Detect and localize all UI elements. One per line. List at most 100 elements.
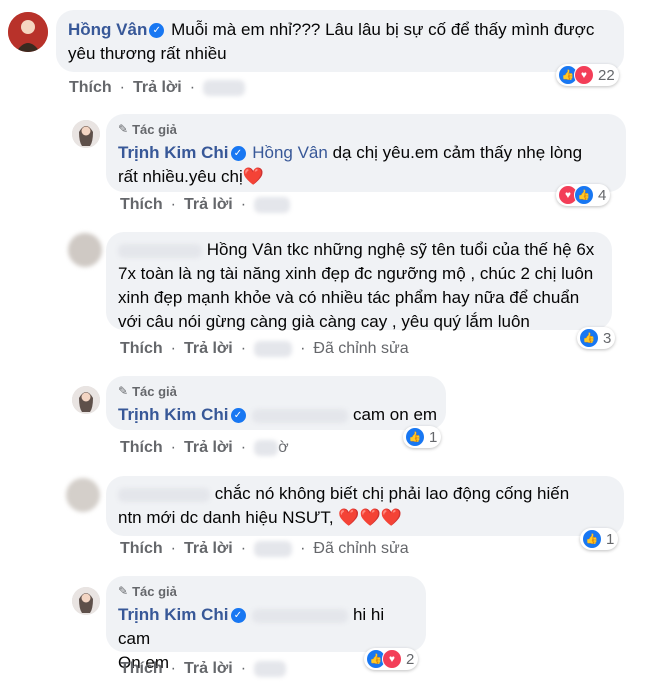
reaction-summary[interactable]: ♥ 👍 4 [556,184,611,206]
like-button[interactable]: Thích [120,340,163,358]
separator: · [300,540,306,557]
avatar[interactable] [68,233,102,267]
avatar-image-icon [72,587,100,615]
heart-emoji: ❤️ [242,167,264,186]
avatar-image-icon [72,386,100,414]
comment-actions: Thích · Trả lời · [120,660,287,678]
author-name[interactable]: Trịnh Kim Chi [118,605,229,624]
author-badge-label: Tác giả [132,583,177,599]
avatar[interactable] [66,478,100,512]
separator: · [300,340,306,357]
avatar[interactable] [8,12,48,52]
like-icon: 👍 [579,328,599,348]
comment-actions: Thích · Trả lời · · Đã chỉnh sửa [120,340,409,358]
edited-label: Đã chỉnh sửa [313,340,409,357]
reaction-summary[interactable]: 👍 1 [580,528,619,550]
mention-link[interactable]: Hồng Vân [252,143,328,162]
author-badge: ✎ Tác giả [118,383,434,399]
avatar[interactable] [72,587,100,615]
comment-bubble: ✎ Tác giả Trịnh Kim Chi ✓ cam on em [106,376,446,430]
love-icon: ♥ [574,65,594,85]
separator: · [240,439,247,456]
timestamp-blurred[interactable] [254,541,293,557]
avatar-image-icon [8,12,48,52]
reaction-count: 2 [406,650,415,668]
comment-body: rất nhiều.yêu chị [118,167,243,186]
comment-bubble: chắc nó không biết chị phải lao động cốn… [106,476,624,536]
avatar[interactable] [72,386,100,414]
timestamp-blurred[interactable] [203,80,246,96]
comment-actions: Thích · Trả lời · [120,196,291,214]
like-icon: 👍 [405,427,425,447]
timestamp-blurred[interactable] [254,341,293,357]
mention-link[interactable]: Hồng Vân [207,240,283,259]
timestamp-blurred[interactable] [254,440,279,456]
reply-button[interactable]: Trả lời [184,196,233,214]
author-badge: ✎ Tác giả [118,583,414,599]
separator: · [170,540,176,557]
pen-icon: ✎ [118,584,129,598]
separator: · [170,660,176,677]
reaction-count: 22 [598,66,615,84]
reply-button[interactable]: Trả lời [184,660,233,678]
like-button[interactable]: Thích [120,660,163,678]
separator: · [170,340,176,357]
like-button[interactable]: Thích [120,439,163,457]
comment-text: Hồng Vân tkc những nghệ sỹ tên tuổi của … [118,238,600,334]
author-name-blurred[interactable] [118,487,210,502]
reply-button[interactable]: Trả lời [184,340,233,358]
separator: · [240,196,247,213]
separator: · [240,340,247,357]
reaction-summary[interactable]: 👍 ♥ 22 [556,64,619,86]
separator: · [170,439,176,456]
pen-icon: ✎ [118,122,129,136]
comment-body: dạ chị yêu.em cảm thấy nhẹ lòng [332,143,583,162]
verified-icon: ✓ [230,608,246,624]
comment-text: chắc nó không biết chị phải lao động cốn… [118,482,612,530]
author-name[interactable]: Trịnh Kim Chi [118,405,229,424]
verified-icon: ✓ [230,408,246,424]
comment-actions: Thích · Trả lời · ờ [120,439,289,457]
author-name[interactable]: Hồng Vân [68,20,147,39]
comment-bubble: Hồng Vân ✓ Muỗi mà em nhỉ??? Lâu lâu bị s… [56,10,624,72]
reaction-count: 1 [606,530,615,548]
comment-body: chắc nó không biết chị phải lao động cốn… [214,484,570,503]
mention-blurred[interactable] [252,408,349,423]
like-icon: 👍 [582,529,602,549]
separator: · [240,660,247,677]
like-icon: 👍 [574,185,594,205]
reply-button[interactable]: Trả lời [184,439,233,457]
reaction-count: 1 [429,428,438,446]
reaction-count: 3 [603,329,612,347]
separator: · [119,79,125,96]
timestamp-blurred[interactable] [254,197,291,213]
comment-actions: Thích · Trả lời · · Đã chỉnh sửa [120,540,409,558]
author-badge: ✎ Tác giả [118,121,614,137]
comment-text: Trịnh Kim Chi ✓ Hồng Vân dạ chị yêu.em cả… [118,141,614,189]
like-button[interactable]: Thích [120,540,163,558]
author-name-blurred[interactable] [118,243,202,258]
comment-bubble: ✎ Tác giả Trịnh Kim Chi ✓ Hồng Vân dạ chị… [106,114,626,192]
mention-blurred[interactable] [252,608,349,623]
avatar[interactable] [72,120,100,148]
reply-button[interactable]: Trả lời [184,540,233,558]
like-button[interactable]: Thích [69,79,112,97]
edited-label: Đã chỉnh sửa [313,540,409,557]
verified-icon: ✓ [149,23,165,39]
author-name[interactable]: Trịnh Kim Chi [118,143,229,162]
comment-text: Hồng Vân ✓ Muỗi mà em nhỉ??? Lâu lâu bị s… [68,18,612,66]
separator: · [240,540,247,557]
comment-text: Trịnh Kim Chi ✓ cam on em [118,403,438,427]
like-button[interactable]: Thích [120,196,163,214]
reaction-summary[interactable]: 👍 ♥ 2 [364,648,419,670]
comment-body: cam on em [352,405,438,424]
reaction-summary[interactable]: 👍 3 [577,327,616,349]
timestamp-blurred[interactable] [254,661,287,677]
separator: · [170,196,176,213]
reply-button[interactable]: Trả lời [133,79,182,97]
timestamp-fragment: ờ [278,439,289,456]
love-icon: ♥ [382,649,402,669]
reaction-summary[interactable]: 👍 1 [403,426,442,448]
pen-icon: ✎ [118,384,129,398]
comment-bubble: ✎ Tác giả Trịnh Kim Chi ✓ hi hi cam On em [106,576,426,672]
